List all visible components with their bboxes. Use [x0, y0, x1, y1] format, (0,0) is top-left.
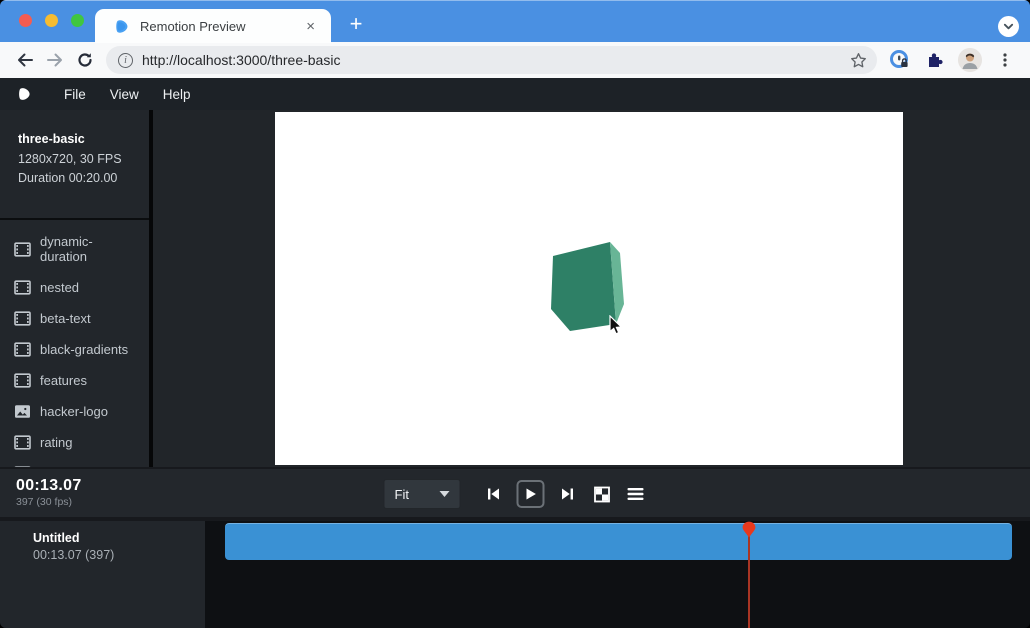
- composition-item-hacker-logo[interactable]: hacker-logo: [0, 396, 149, 427]
- menu-help[interactable]: Help: [151, 78, 203, 110]
- composition-item-nested[interactable]: nested: [0, 272, 149, 303]
- composition-label: nested: [40, 280, 79, 295]
- browser-toolbar: i http://localhost:3000/three-basic: [0, 42, 1030, 78]
- composition-item-rating[interactable]: rating: [0, 427, 149, 458]
- current-composition-info: three-basic 1280x720, 30 FPS Duration 00…: [0, 122, 149, 204]
- play-icon: [524, 487, 538, 501]
- track-name: Untitled: [33, 531, 205, 545]
- reload-icon: [76, 51, 94, 69]
- video-canvas[interactable]: [275, 112, 903, 465]
- composition-label: features: [40, 373, 87, 388]
- address-bar[interactable]: i http://localhost:3000/three-basic: [106, 46, 877, 74]
- timeline-toggle-button[interactable]: [625, 483, 647, 505]
- skip-back-icon: [486, 486, 502, 502]
- still-image-icon: [14, 404, 31, 419]
- playhead-line[interactable]: [748, 527, 750, 628]
- site-info-icon[interactable]: i: [118, 53, 133, 68]
- zoom-fit-select[interactable]: Fit: [384, 479, 461, 509]
- film-icon: [14, 311, 31, 326]
- composition-label: hacker-logo: [40, 404, 108, 419]
- composition-resolution: 1280x720, 30 FPS: [18, 152, 133, 166]
- transport-controls: Fit: [384, 469, 647, 519]
- tab-overview-button[interactable]: [998, 16, 1019, 37]
- playhead-marker-icon[interactable]: [741, 521, 757, 541]
- close-window-button[interactable]: [19, 14, 32, 27]
- timeline-track-header: Untitled 00:13.07 (397): [0, 521, 205, 628]
- forward-button[interactable]: [40, 45, 70, 75]
- preview-area: [153, 110, 1030, 467]
- composition-item-beta-text[interactable]: beta-text: [0, 303, 149, 334]
- menu-view[interactable]: View: [98, 78, 151, 110]
- track-time: 00:13.07 (397): [33, 548, 205, 562]
- app-menubar: File View Help: [0, 78, 1030, 110]
- composition-name: three-basic: [18, 132, 133, 146]
- back-button[interactable]: [10, 45, 40, 75]
- time-display: 00:13.07 397 (30 fps): [16, 477, 82, 508]
- browser-menu-icon[interactable]: [992, 47, 1018, 73]
- composition-item-dynamic-duration[interactable]: dynamic-duration: [0, 226, 149, 272]
- chevron-down-icon: [1003, 21, 1014, 32]
- tab-title: Remotion Preview: [140, 19, 302, 34]
- frame-counter-text: 397 (30 fps): [16, 496, 82, 508]
- skip-forward-icon: [560, 486, 576, 502]
- rotating-cube-graphic: [275, 112, 903, 465]
- composition-label: black-gradients: [40, 342, 128, 357]
- zoom-fit-value: Fit: [395, 487, 409, 502]
- timeline-panel: Untitled 00:13.07 (397): [0, 517, 1030, 628]
- sidebar-divider: [0, 218, 149, 220]
- checkerboard-icon: [593, 486, 610, 503]
- url-text[interactable]: http://localhost:3000/three-basic: [142, 52, 850, 68]
- remotion-favicon-icon: [113, 18, 130, 35]
- browser-titlebar: Remotion Preview × +: [0, 0, 1030, 42]
- composition-item-features[interactable]: features: [0, 365, 149, 396]
- extensions-puzzle-icon[interactable]: [922, 47, 948, 73]
- film-icon: [14, 242, 31, 257]
- composition-list: dynamic-duration nested beta-text black-…: [0, 226, 149, 489]
- browser-window: Remotion Preview × + i: [0, 0, 1030, 628]
- playback-controlbar: 00:13.07 397 (30 fps) Fit: [0, 467, 1030, 517]
- jump-to-start-button[interactable]: [483, 483, 505, 505]
- timecode-text: 00:13.07: [16, 477, 82, 495]
- film-icon: [14, 280, 31, 295]
- composition-label: beta-text: [40, 311, 91, 326]
- composition-item-black-gradients[interactable]: black-gradients: [0, 334, 149, 365]
- jump-to-end-button[interactable]: [557, 483, 579, 505]
- bookmark-star-icon[interactable]: [850, 52, 867, 69]
- profile-avatar[interactable]: [957, 47, 983, 73]
- forward-arrow-icon: [46, 51, 64, 69]
- remotion-logo-icon: [16, 86, 32, 102]
- minimize-window-button[interactable]: [45, 14, 58, 27]
- menu-file[interactable]: File: [52, 78, 98, 110]
- composition-duration: Duration 00:20.00: [18, 171, 133, 185]
- zoom-window-button[interactable]: [71, 14, 84, 27]
- composition-label: rating: [40, 435, 73, 450]
- transparency-checkerboard-button[interactable]: [591, 483, 613, 505]
- back-arrow-icon: [16, 51, 34, 69]
- hamburger-menu-icon: [627, 487, 645, 501]
- film-icon: [14, 373, 31, 388]
- timeline-track-bar[interactable]: [225, 523, 1012, 560]
- composition-label: dynamic-duration: [40, 234, 139, 264]
- film-icon: [14, 342, 31, 357]
- play-button[interactable]: [517, 480, 545, 508]
- traffic-lights: [19, 14, 84, 27]
- film-icon: [14, 435, 31, 450]
- compositions-sidebar: three-basic 1280x720, 30 FPS Duration 00…: [0, 110, 153, 467]
- new-tab-button[interactable]: +: [343, 11, 369, 37]
- mouse-cursor-icon: [609, 315, 625, 337]
- extension-icons: [885, 47, 1020, 73]
- password-manager-extension-icon[interactable]: [887, 47, 913, 73]
- tab-close-icon[interactable]: ×: [302, 18, 319, 35]
- browser-tab[interactable]: Remotion Preview ×: [95, 9, 331, 43]
- reload-button[interactable]: [70, 45, 100, 75]
- chevron-down-icon: [440, 491, 450, 497]
- main-area: three-basic 1280x720, 30 FPS Duration 00…: [0, 110, 1030, 467]
